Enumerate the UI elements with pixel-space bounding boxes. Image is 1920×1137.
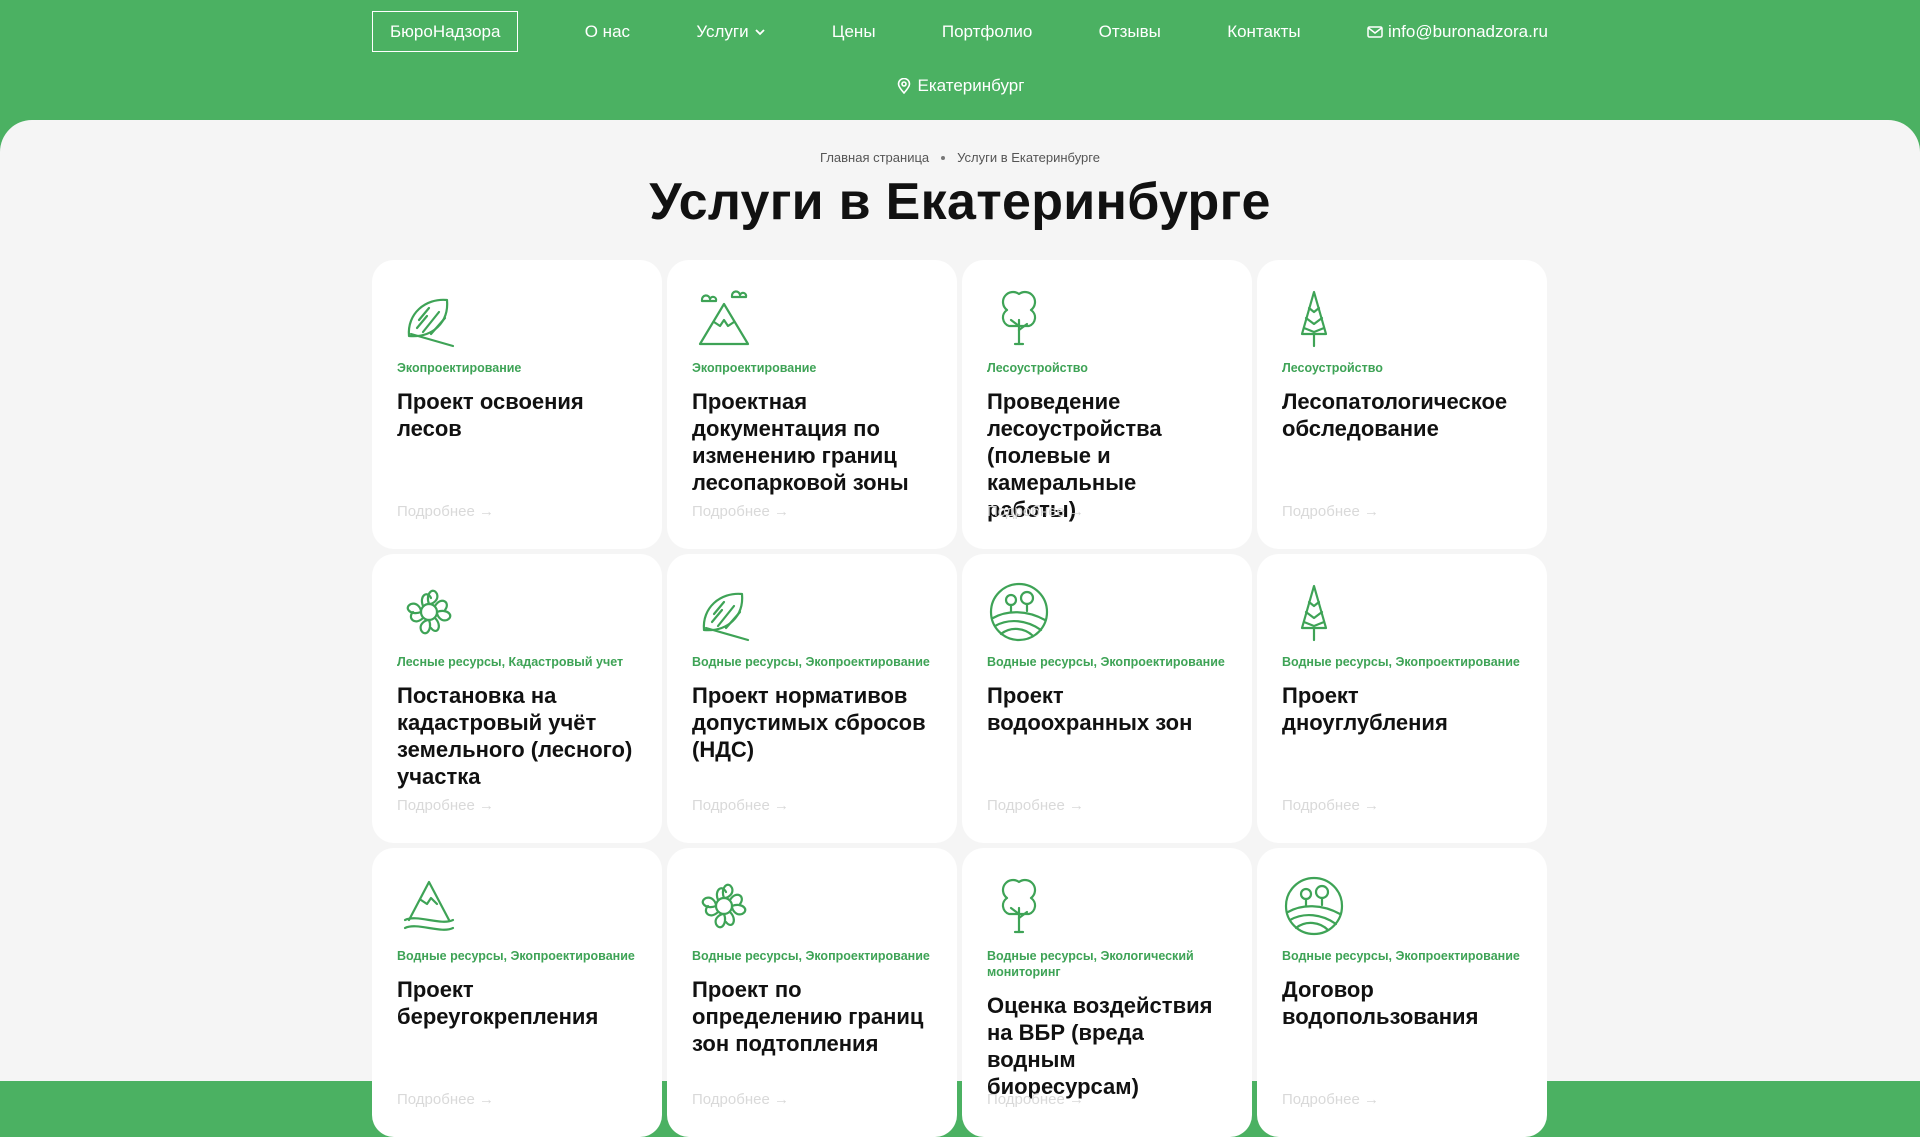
breadcrumb-separator [941,155,946,160]
fir-tree-icon [1282,580,1346,644]
service-card[interactable]: Водные ресурсы, Экопроектирование Проект … [962,554,1252,843]
mountain-icon [692,286,756,350]
service-title: Постановка на кадастровый учёт земельног… [397,683,633,789]
leaf-icon [692,580,756,644]
service-category: Водные ресурсы, Экопроектирование [987,655,1225,669]
mountain-water-icon [397,874,461,938]
more-link[interactable]: Подробнее → [987,503,1084,520]
service-title: Проект нормативов допустимых сбросов (НД… [692,683,926,762]
service-title: Лесопатологическое обследование [1282,389,1508,441]
site-header: БюроНадзора О нас Услуги Цены Портфолио … [0,0,1920,121]
tree-icon [987,874,1051,938]
service-card[interactable]: Водные ресурсы, Экопроектирование Проект … [667,848,957,1137]
nav-reviews[interactable]: Отзывы [1099,22,1161,42]
service-category: Водные ресурсы, Экопроектирование [692,655,930,669]
brand-logo-button[interactable]: БюроНадзора [372,11,519,52]
more-link[interactable]: Подробнее → [692,503,789,520]
field-icon [987,580,1051,644]
city-selector[interactable]: Екатеринбург [0,76,1920,96]
more-link[interactable]: Подробнее → [987,797,1084,814]
breadcrumb-home[interactable]: Главная страница [820,150,929,165]
service-category: Лесные ресурсы, Кадастровый учет [397,655,624,669]
service-card[interactable]: Лесоустройство Лесопатологическое обследо… [1257,260,1547,549]
more-link[interactable]: Подробнее → [1282,797,1379,814]
service-title: Оценка воздействия на ВБР (вреда водным … [987,993,1213,1099]
service-card[interactable]: Водные ресурсы, Экопроектирование Проект … [1257,554,1547,843]
more-link[interactable]: Подробнее → [1282,503,1379,520]
leaf-icon [397,286,461,350]
nav-services-label: Услуги [696,21,749,41]
more-link[interactable]: Подробнее → [692,797,789,814]
service-category: Водные ресурсы, Экологический мониторинг [987,949,1194,979]
more-link[interactable]: Подробнее → [1282,1091,1379,1108]
nav-contacts[interactable]: Контакты [1227,22,1300,42]
location-pin-icon [897,78,910,94]
email-link[interactable]: info@buronadzora.ru [1367,22,1548,42]
service-category: Водные ресурсы, Экопроектирование [692,949,930,963]
service-card[interactable]: Экопроектирование Проектная документация … [667,260,957,549]
breadcrumb-current: Услуги в Екатеринбурге [957,150,1100,165]
service-title: Проект освоения лесов [397,389,584,441]
nav-services[interactable]: Услуги [696,22,765,42]
service-card[interactable]: Экопроектирование Проект освоения лесов По… [372,260,662,549]
tree-icon [987,286,1051,350]
main-content: Главная страница Услуги в Екатеринбурге … [0,120,1920,1137]
service-title: Проект водоохранных зон [987,683,1193,735]
service-title: Договор водопользования [1282,977,1479,1029]
service-category: Экопроектирование [397,361,522,375]
more-link[interactable]: Подробнее → [692,1091,789,1108]
service-category: Водные ресурсы, Экопроектирование [397,949,635,963]
service-category: Экопроектирование [692,361,817,375]
more-link[interactable]: Подробнее → [397,1091,494,1108]
service-title: Проектная документация по изменению гран… [692,389,909,495]
email-text: info@buronadzora.ru [1387,21,1548,41]
service-category: Лесоустройство [1282,361,1383,375]
more-link[interactable]: Подробнее → [987,1091,1084,1108]
breadcrumb: Главная страница Услуги в Екатеринбурге [0,150,1920,165]
service-card[interactable]: Водные ресурсы, Экопроектирование Договор… [1257,848,1547,1137]
city-name: Екатеринбург [917,76,1025,95]
flower-icon [397,580,461,644]
more-link[interactable]: Подробнее → [397,503,494,520]
fir-tree-icon [1282,286,1346,350]
nav-prices[interactable]: Цены [832,22,876,42]
nav-portfolio[interactable]: Портфолио [942,22,1032,42]
service-title: Проект по определению границ зон подтопл… [692,977,924,1056]
service-card[interactable]: Водные ресурсы, Экопроектирование Проект … [372,848,662,1137]
service-card[interactable]: Лесные ресурсы, Кадастровый учет Постанов… [372,554,662,843]
service-title: Проект береугокрепления [397,977,599,1029]
page-title: Услуги в Екатеринбурге [649,173,1271,231]
field-icon [1282,874,1346,938]
services-grid: Экопроектирование Проект освоения лесов По… [372,260,1548,1137]
mail-icon [1367,25,1383,38]
service-card[interactable]: Лесоустройство Проведение лесоустройства … [962,260,1252,549]
chevron-down-icon [754,28,765,35]
main-nav: БюроНадзора О нас Услуги Цены Портфолио … [372,11,1548,52]
service-category: Лесоустройство [987,361,1088,375]
service-category: Водные ресурсы, Экопроектирование [1282,655,1520,669]
service-title: Проект дноуглубления [1282,683,1448,735]
service-card[interactable]: Водные ресурсы, Экологический мониторинг… [962,848,1252,1137]
service-category: Водные ресурсы, Экопроектирование [1282,949,1520,963]
service-card[interactable]: Водные ресурсы, Экопроектирование Проект … [667,554,957,843]
nav-about[interactable]: О нас [585,22,630,42]
flower-icon [692,874,756,938]
more-link[interactable]: Подробнее → [397,797,494,814]
